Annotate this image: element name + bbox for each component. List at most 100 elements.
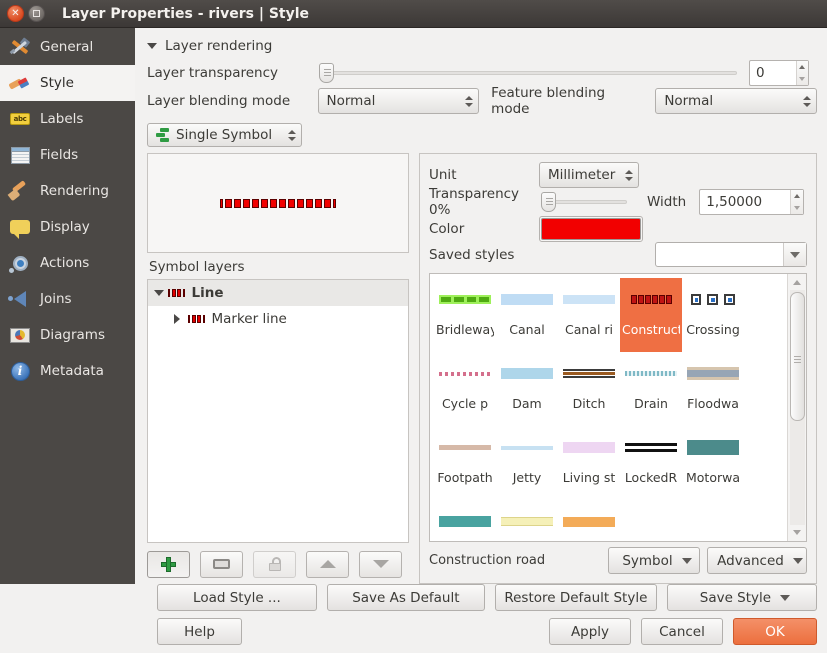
gallery-item-label: Crossing: [686, 322, 740, 338]
help-button[interactable]: Help: [157, 618, 242, 645]
gallery-bottom-bar: Construction road Symbol Advanced: [429, 547, 807, 575]
unit-combo[interactable]: Millimeter: [539, 162, 639, 189]
spin-up-icon[interactable]: [791, 190, 804, 202]
ok-button[interactable]: OK: [733, 618, 817, 645]
sidebar-item-metadata[interactable]: i Metadata: [0, 353, 135, 389]
style-actions-row: Load Style ... Save As Default Restore D…: [12, 584, 817, 611]
symbol-layer-toolbar: [147, 550, 409, 578]
move-down-button[interactable]: [359, 550, 402, 578]
symbol-layers-tree[interactable]: Line Marker line: [147, 279, 409, 543]
spin-buttons[interactable]: [789, 190, 804, 215]
layer-rendering-group-header[interactable]: Layer rendering: [147, 36, 817, 56]
cancel-label: Cancel: [659, 623, 705, 640]
expand-triangle-right-icon[interactable]: [174, 314, 188, 325]
chevron-updown-icon: [622, 169, 636, 181]
gallery-item-lockedroad[interactable]: LockedR: [620, 426, 682, 500]
layer-transparency-spinbox[interactable]: [749, 59, 809, 86]
tree-item-line[interactable]: Line: [148, 280, 408, 307]
width-input[interactable]: [700, 190, 790, 215]
layer-transparency-slider[interactable]: [319, 62, 737, 83]
gallery-item-crossing[interactable]: Crossing: [682, 278, 744, 352]
single-symbol-icon: [156, 128, 170, 143]
tree-item-marker-line[interactable]: Marker line: [148, 306, 408, 332]
layer-blending-mode-combo[interactable]: Normal: [317, 88, 480, 115]
scrollbar-thumb[interactable]: [789, 292, 805, 422]
sidebar-item-labels[interactable]: abc Labels: [0, 101, 135, 137]
style-gallery[interactable]: Bridleway Canal Canal ri Construc Crossi…: [429, 273, 807, 542]
symbol-right-column: Unit Millimeter Transparency 0% Width 1,…: [419, 153, 817, 584]
scroll-up-icon[interactable]: [793, 274, 801, 290]
slider-handle[interactable]: [319, 62, 334, 83]
sidebar-item-display[interactable]: Display: [0, 209, 135, 245]
gallery-item-living-street[interactable]: Living st: [558, 426, 620, 500]
saved-styles-combo[interactable]: [655, 242, 807, 268]
spin-down-icon[interactable]: [797, 73, 808, 85]
restore-default-style-button[interactable]: Restore Default Style: [494, 584, 657, 611]
tree-item-label: Marker line: [211, 311, 287, 328]
width-spinbox[interactable]: [699, 189, 805, 216]
spin-buttons[interactable]: [795, 60, 808, 85]
sidebar-item-rendering[interactable]: Rendering: [0, 173, 135, 209]
expand-triangle-down-icon[interactable]: [154, 290, 168, 297]
save-style-button[interactable]: Save Style: [666, 584, 817, 611]
feature-blending-mode-combo[interactable]: Normal: [655, 88, 817, 115]
gallery-item-ditch[interactable]: Ditch: [558, 352, 620, 426]
gallery-item-primary[interactable]: Primary: [558, 500, 620, 540]
lock-layer-colors-button[interactable]: [253, 550, 296, 578]
chevron-updown-icon: [462, 95, 476, 107]
load-style-button[interactable]: Load Style ...: [157, 584, 317, 611]
gallery-item-bridleway[interactable]: Bridleway: [434, 278, 496, 352]
gallery-item-label: Canal ri: [564, 322, 614, 338]
gallery-item-canal-riverbank[interactable]: Canal ri: [558, 278, 620, 352]
gallery-item-pedestrian[interactable]: Pedestri: [496, 500, 558, 540]
renderer-type-value: Single Symbol: [176, 127, 273, 144]
slider-handle[interactable]: [541, 192, 556, 213]
scrollbar-track[interactable]: [789, 290, 805, 525]
gallery-item-drain[interactable]: Drain: [620, 352, 682, 426]
color-button[interactable]: [539, 216, 643, 243]
save-as-default-button[interactable]: Save As Default: [326, 584, 485, 611]
layer-transparency-input[interactable]: [750, 60, 796, 85]
symbol-transparency-slider[interactable]: [541, 192, 627, 213]
gallery-item-cycle-path[interactable]: Cycle p: [434, 352, 496, 426]
close-icon[interactable]: ✕: [7, 5, 24, 22]
swatch-pedestrian: [501, 514, 553, 529]
chevron-updown-icon: [285, 129, 299, 141]
spin-down-icon[interactable]: [791, 202, 804, 214]
gallery-item-canal[interactable]: Canal: [496, 278, 558, 352]
gallery-scrollbar[interactable]: [787, 274, 806, 541]
sidebar-item-label: General: [40, 39, 94, 55]
sidebar-item-diagrams[interactable]: Diagrams: [0, 317, 135, 353]
cancel-button[interactable]: Cancel: [641, 618, 723, 645]
scroll-down-icon[interactable]: [793, 525, 801, 541]
gallery-item-dam[interactable]: Dam: [496, 352, 558, 426]
remove-symbol-layer-button[interactable]: [200, 550, 243, 578]
renderer-type-combo[interactable]: Single Symbol: [147, 123, 302, 148]
sidebar-item-style[interactable]: Style: [0, 65, 135, 101]
sidebar-item-joins[interactable]: Joins: [0, 281, 135, 317]
gallery-item-floodway[interactable]: Floodwa: [682, 352, 744, 426]
gallery-item-label: Living st: [562, 470, 616, 486]
sidebar-item-actions[interactable]: Actions: [0, 245, 135, 281]
gallery-item-footpath[interactable]: Footpath: [434, 426, 496, 500]
sidebar-item-fields[interactable]: Fields: [0, 137, 135, 173]
title-bar: ✕ Layer Properties - rivers | Style: [0, 0, 827, 28]
blending-mode-row: Layer blending mode Normal Feature blend…: [147, 85, 817, 117]
apply-button[interactable]: Apply: [549, 618, 631, 645]
current-style-label: Construction road: [429, 553, 546, 569]
maximize-icon[interactable]: [28, 5, 45, 22]
gallery-item-construction[interactable]: Construction: [620, 278, 682, 353]
advanced-menu-button[interactable]: Advanced: [707, 547, 807, 575]
sidebar-item-general[interactable]: General: [0, 29, 135, 65]
add-symbol-layer-button[interactable]: [147, 550, 190, 578]
symbol-menu-button[interactable]: Symbol: [608, 547, 700, 575]
chevron-down-icon[interactable]: [783, 243, 806, 267]
gallery-item-motorway-2[interactable]: Motorwa: [434, 500, 496, 540]
gallery-item-jetty[interactable]: Jetty: [496, 426, 558, 500]
transparency-row: Transparency 0% Width: [429, 186, 807, 218]
move-up-button[interactable]: [306, 550, 349, 578]
gallery-item-motorway-1[interactable]: Motorwa: [682, 426, 744, 500]
spin-up-icon[interactable]: [797, 61, 808, 73]
swatch-construction: [625, 292, 677, 307]
table-icon: [8, 144, 32, 166]
